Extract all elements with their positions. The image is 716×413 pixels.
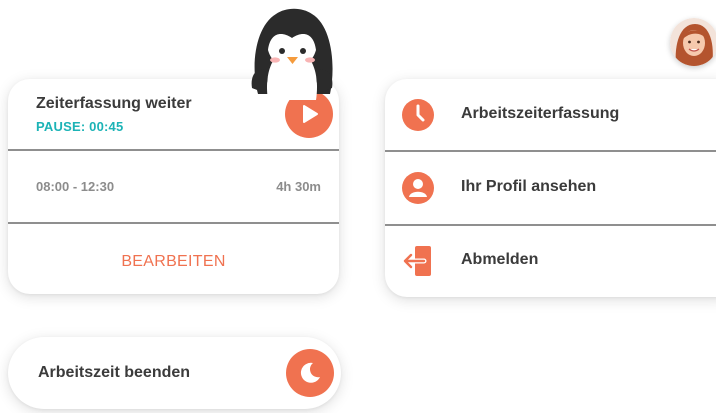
menu-item-profile[interactable]: Ihr Profil ansehen (385, 152, 716, 225)
menu-item-label: Abmelden (461, 251, 539, 268)
divider (8, 222, 339, 224)
menu-item-label: Ihr Profil ansehen (461, 178, 597, 195)
end-work-button[interactable] (286, 349, 334, 397)
avatar-portrait (670, 18, 716, 66)
menu-card: Arbeitszeiterfassung Ihr Profil ansehen … (385, 79, 716, 297)
clock-icon (400, 97, 436, 133)
time-range: 08:00 - 12:30 (36, 179, 115, 194)
play-icon (303, 105, 318, 123)
duration-value: 4h 30m (276, 179, 321, 194)
end-work-label: Arbeitszeit beenden (38, 364, 191, 381)
divider (8, 149, 339, 151)
penguin-mascot (251, 8, 333, 100)
user-icon (400, 170, 436, 206)
logout-icon (400, 243, 436, 279)
edit-button[interactable]: BEARBEITEN (8, 253, 339, 271)
moon-icon (300, 362, 320, 383)
end-work-card[interactable]: Arbeitszeit beenden (8, 337, 341, 409)
menu-item-logout[interactable]: Abmelden (385, 225, 716, 297)
pause-timer: PAUSE: 00:45 (36, 119, 124, 134)
time-tracking-card: Zeiterfassung weiter PAUSE: 00:45 08:00 … (8, 79, 339, 294)
menu-item-time-tracking[interactable]: Arbeitszeiterfassung (385, 79, 716, 152)
menu-item-label: Arbeitszeiterfassung (461, 105, 620, 122)
resume-tracking-title: Zeiterfassung weiter (36, 95, 192, 112)
user-avatar[interactable] (670, 18, 716, 66)
